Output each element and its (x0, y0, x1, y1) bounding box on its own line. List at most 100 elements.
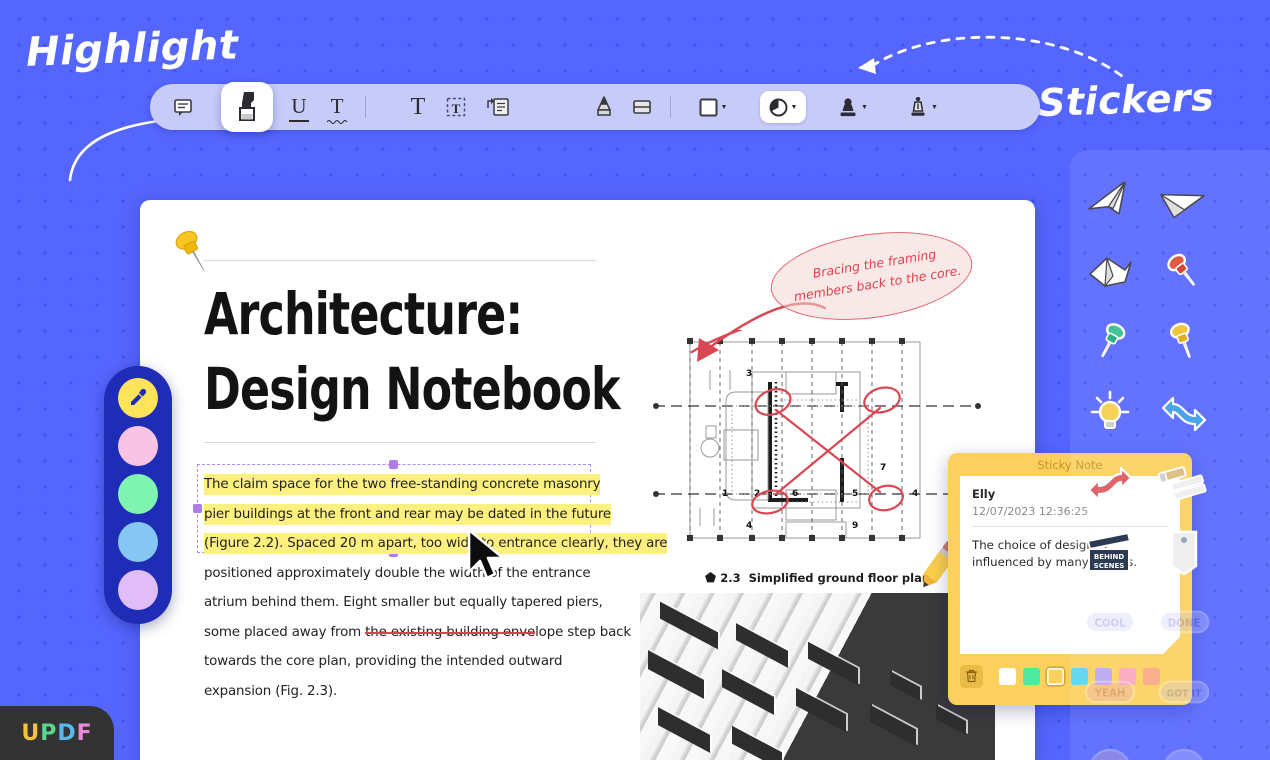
sticker-paper-crane[interactable] (1084, 246, 1136, 298)
highlighted-text: (Figure 2.2). Spaced 20 m apart, too wid… (204, 533, 667, 554)
body-line: expansion (Fig. 2.3). (204, 677, 599, 707)
document-body[interactable]: The claim space for the two free-standin… (204, 470, 599, 706)
underline-glyph: U (291, 94, 306, 118)
svg-text:1: 1 (722, 489, 728, 499)
color-purple[interactable] (118, 570, 158, 610)
app-root: Highlight Stickers S U (0, 0, 1270, 760)
color-pink[interactable] (118, 426, 158, 466)
sticker-pushpin-red[interactable] (1158, 246, 1210, 298)
highlighter-icon[interactable] (221, 82, 273, 132)
body-line: pier buildings at the front and rear may… (204, 500, 599, 530)
caption-bullet-icon: ⬟ (705, 571, 716, 586)
text-icon[interactable]: T (399, 90, 437, 124)
sticker-done[interactable]: DONE (1158, 596, 1210, 648)
color-blue[interactable] (118, 522, 158, 562)
sticker-paper-plane-2[interactable] (1158, 176, 1210, 228)
logo-letter-p: P (40, 721, 57, 746)
sticker-pushpin-yellow[interactable] (1158, 316, 1210, 368)
trash-icon[interactable] (960, 665, 983, 688)
squiggly-icon[interactable]: T (318, 90, 356, 124)
body-line: (Figure 2.2). Spaced 20 m apart, too wid… (204, 529, 599, 559)
svg-text:GOT IT: GOT IT (1167, 689, 1202, 700)
page-title-line2: Design Notebook (204, 352, 537, 427)
svg-text:6: 6 (792, 489, 798, 499)
sticker-arrow-blue[interactable] (1158, 386, 1210, 438)
title-rule-bottom (204, 442, 596, 443)
color-green[interactable] (118, 474, 158, 514)
title-rule-top (204, 260, 596, 261)
body-line: The claim space for the two free-standin… (204, 470, 599, 500)
body-line-strikethrough: some placed away from the existing build… (204, 618, 599, 648)
sticky-color-white[interactable] (999, 668, 1016, 685)
selection-handle-top[interactable] (389, 460, 398, 469)
sticker-icon[interactable]: ▼ (760, 91, 806, 123)
chevron-down-icon[interactable]: ▼ (791, 104, 798, 111)
text-glyph: T (411, 95, 426, 119)
chevron-down-icon[interactable]: ▼ (721, 104, 728, 111)
svg-text:7: 7 (880, 463, 886, 473)
svg-text:SCENES: SCENES (1094, 562, 1125, 570)
logo-letter-u: U (21, 721, 40, 746)
mouse-cursor (466, 528, 510, 584)
sticker-pushpin-green[interactable] (1084, 316, 1136, 368)
sticker-behind-scenes[interactable]: BEHIND SCENES (1084, 526, 1136, 578)
selection-handle-left[interactable] (193, 504, 202, 513)
sticker-tag[interactable] (1158, 526, 1210, 578)
callout-label-highlight: Highlight (25, 22, 239, 75)
stamp-icon[interactable]: ▼ (830, 90, 876, 124)
updf-logo[interactable]: UPDF (0, 706, 114, 760)
chevron-down-icon[interactable]: ▼ (861, 104, 868, 111)
page-title: Architecture: Design Notebook (204, 277, 537, 428)
sticker-paper-plane-1[interactable] (1084, 176, 1136, 228)
underline-icon[interactable]: U (280, 90, 318, 124)
squiggly-glyph: T (331, 94, 344, 118)
sticker-cool[interactable]: COOL (1084, 596, 1136, 648)
sticker-got-it[interactable]: GOT IT (1158, 666, 1210, 718)
svg-text:DONE: DONE (1168, 619, 1201, 630)
sticky-color-green[interactable] (1023, 668, 1040, 685)
svg-text:BEHIND: BEHIND (1094, 553, 1124, 561)
strike-pre-text: some placed away from (204, 625, 365, 640)
pushpin-sticker[interactable] (165, 225, 225, 290)
shapes-icon[interactable]: ▼ (690, 90, 736, 124)
signature-icon[interactable]: ▼ (900, 90, 946, 124)
sticker-arrow-red[interactable] (1084, 456, 1136, 508)
text-box-icon[interactable]: T (437, 90, 475, 124)
svg-text:4: 4 (746, 521, 752, 531)
strike-post-text: lope step back (535, 625, 631, 640)
page-title-line1: Architecture: (204, 277, 537, 352)
sticker-progress[interactable]: PROGRESS (1084, 736, 1136, 760)
text-callout-icon[interactable] (475, 90, 521, 124)
figure-number: 2.3 (720, 571, 740, 585)
stickers-panel[interactable]: BEHIND SCENES COOL DONE (1070, 150, 1270, 760)
body-line: positioned approximately double the widt… (204, 559, 599, 589)
document-left-column: Architecture: Design Notebook (204, 260, 596, 443)
svg-text:T: T (452, 101, 461, 116)
sticky-color-yellow[interactable] (1047, 668, 1064, 685)
chevron-down-icon[interactable]: ▼ (931, 104, 938, 111)
pencil-icon[interactable] (585, 90, 623, 124)
sticker-oh-yeah[interactable]: YEAH (1084, 666, 1136, 718)
svg-text:9: 9 (852, 521, 858, 531)
annotation-toolbar[interactable]: S U T T T (150, 84, 1040, 130)
highlighted-text: pier buildings at the front and rear may… (204, 504, 611, 525)
logo-letter-d: D (57, 721, 76, 746)
sticker-magic-marker[interactable] (1158, 456, 1210, 508)
logo-letter-f: F (77, 721, 93, 746)
comment-icon[interactable] (164, 90, 202, 124)
sticker-lightbulb[interactable] (1084, 386, 1136, 438)
sticker-rainbow[interactable]: NICE (1158, 736, 1210, 760)
body-line: atrium behind them. Eight smaller but eq… (204, 588, 599, 618)
highlighted-text: The claim space for the two free-standin… (204, 474, 600, 495)
highlight-color-rail[interactable] (104, 366, 172, 624)
color-eyedropper[interactable] (118, 378, 158, 418)
svg-text:5: 5 (852, 489, 858, 499)
body-line: towards the core plan, providing the int… (204, 647, 599, 677)
svg-text:COOL: COOL (1094, 619, 1126, 630)
toolbar-divider-2 (670, 96, 671, 118)
figure-caption-text: Simplified ground floor plan (749, 571, 930, 585)
eraser-icon[interactable] (623, 90, 661, 124)
toolbar-divider-1 (365, 96, 366, 118)
svg-text:4: 4 (912, 489, 918, 499)
building-photo (640, 593, 995, 760)
